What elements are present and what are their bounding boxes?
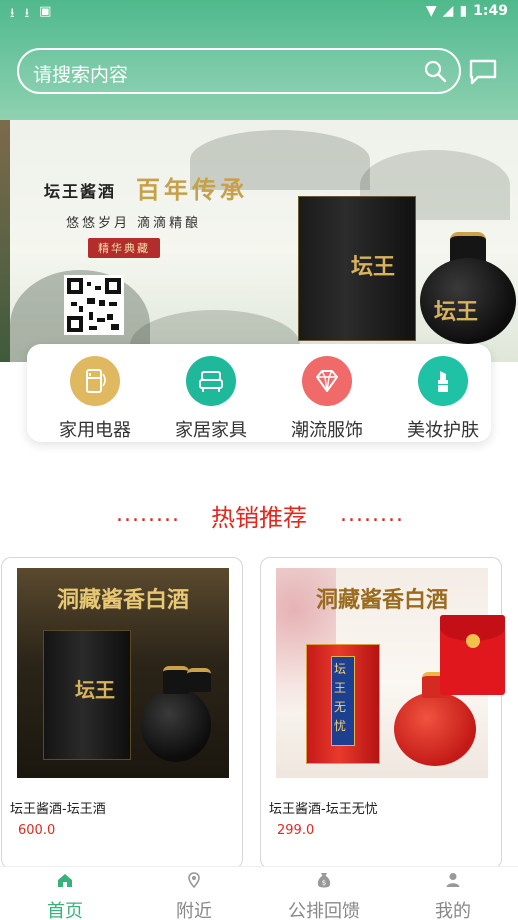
category-fashion[interactable]: 潮流服饰 [277,356,377,442]
app-header: ⭳ ⭳ ▣ ▼ ◢ ▮ 1:49 请搜索内容 [0,0,518,120]
category-label: 家居家具 [175,420,247,441]
category-beauty[interactable]: 美妆护肤 [393,356,493,442]
diamond-icon [316,370,338,392]
tab-home[interactable]: 首页 [15,871,115,920]
tab-label: 我的 [435,901,471,920]
tab-nearby[interactable]: 附近 [144,871,244,920]
sofa-icon [199,371,223,392]
tab-profile[interactable]: 我的 [403,871,503,920]
svg-text:$: $ [322,879,326,887]
message-icon[interactable] [468,58,498,86]
product-box-image: 坛王 [298,196,416,341]
lipstick-icon [438,371,448,392]
section-title: 热销推荐 [211,504,307,532]
category-nav: 家用电器 家居家具 潮流服饰 美妆护肤 [27,344,491,442]
download-icon: ⭳ [24,6,30,21]
money-bag-icon: $ [317,873,331,888]
person-icon [446,873,460,887]
download-icon: ⭳ [10,6,15,21]
tab-label: 首页 [47,901,83,920]
qr-code-image [64,275,124,335]
product-bottle-image: 坛王 [420,232,516,344]
signal-icon: ◢ [442,3,454,19]
banner-headline: 百年传承 [136,175,248,204]
search-placeholder: 请搜索内容 [33,64,129,86]
category-label: 家用电器 [59,420,131,441]
category-appliances[interactable]: 家用电器 [45,356,145,442]
bottom-tab-bar: 首页 附近 $ 公排回馈 我的 [0,866,518,920]
tab-rewards[interactable]: $ 公排回馈 [274,871,374,920]
wifi-icon: ▼ [425,3,437,19]
product-name: 坛王酱酒-坛王酒 [10,802,106,817]
tab-label: 附近 [176,901,212,920]
category-furniture[interactable]: 家居家具 [161,356,261,442]
category-label: 美妆护肤 [407,420,479,441]
product-card[interactable]: 洞藏酱香白酒 坛王无忧 坛王酱酒-坛王无忧 299.0 [260,557,502,869]
section-dots-right: ........ [340,502,404,527]
search-input[interactable]: 请搜索内容 [17,48,461,94]
app-notification-icon: ▣ [39,4,52,19]
status-bar: ⭳ ⭳ ▣ ▼ ◢ ▮ 1:49 [0,0,518,26]
promo-banner[interactable]: 坛王酱酒 百年传承 悠悠岁月 滴滴精酿 精华典藏 坛王 坛王 [0,120,518,362]
banner-brand: 坛王酱酒 [44,182,117,201]
product-image: 洞藏酱香白酒 坛王 [17,568,229,778]
product-price: 299.0 [277,823,315,838]
product-card[interactable]: 洞藏酱香白酒 坛王 坛王酱酒-坛王酒 600.0 [1,557,243,869]
red-packet-icon[interactable] [440,615,505,695]
location-icon [188,872,200,889]
tab-label: 公排回馈 [288,901,360,920]
home-icon [58,874,72,887]
search-icon[interactable] [423,59,447,83]
product-price: 600.0 [18,823,56,838]
category-label: 潮流服饰 [291,420,363,441]
fridge-icon [86,369,106,393]
banner-slogan: 悠悠岁月 滴滴精酿 [66,216,202,231]
battery-icon: ▮ [459,3,468,19]
status-time: 1:49 [473,3,508,19]
banner-tag: 精华典藏 [88,238,160,258]
product-name: 坛王酱酒-坛王无忧 [269,802,378,817]
